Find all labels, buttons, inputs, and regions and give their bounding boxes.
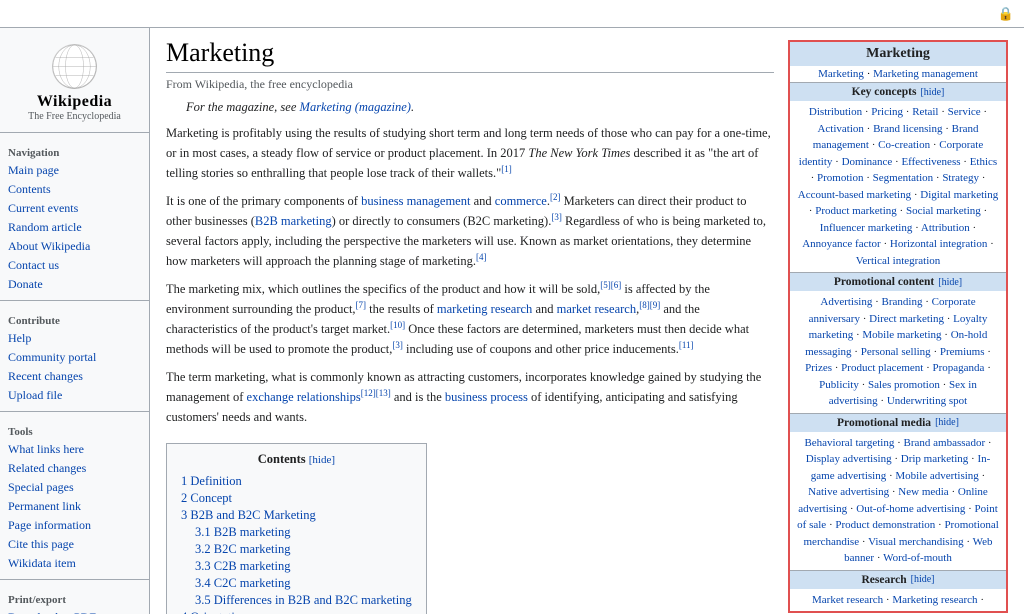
market-research-link[interactable]: market research [557, 302, 636, 316]
citation-3b[interactable]: [3] [392, 340, 403, 350]
citation-7[interactable]: [7] [356, 300, 367, 310]
key-concepts-hide-link[interactable]: [hide] [920, 87, 944, 98]
intro-italic: For the magazine, see Marketing (magazin… [166, 100, 774, 115]
sidebar-item-download-pdf[interactable]: Download as PDF [0, 608, 149, 614]
business-process-link[interactable]: business process [445, 390, 528, 404]
exchange-relationships-link[interactable]: exchange relationships [247, 390, 361, 404]
sidebar-item-community-portal[interactable]: Community portal [0, 348, 149, 367]
sidebar-item-related-changes[interactable]: Related changes [0, 459, 149, 478]
contents-hide-link[interactable]: [hide] [309, 454, 335, 466]
marketing-research-link[interactable]: marketing research [437, 302, 532, 316]
wikipedia-title: Wikipedia [5, 93, 144, 111]
sidebar-item-cite-this-page[interactable]: Cite this page [0, 535, 149, 554]
sidebar-item-main-page[interactable]: Main page [0, 161, 149, 180]
citation-5-6[interactable]: [5][6] [600, 280, 621, 290]
sidebar-item-current-events[interactable]: Current events [0, 199, 149, 218]
citation-1[interactable]: [1] [501, 164, 512, 174]
promotional-media-hide-link[interactable]: [hide] [935, 417, 959, 428]
sidebar-item-contents[interactable]: Contents [0, 180, 149, 199]
citation-3[interactable]: [3] [551, 212, 562, 222]
commerce-link[interactable]: commerce [495, 194, 547, 208]
contents-item-3-2[interactable]: 3.2 B2C marketing [181, 541, 412, 558]
content-area: Marketing From Wikipedia, the free encyc… [150, 28, 1024, 614]
citation-4[interactable]: [4] [476, 252, 487, 262]
sidebar-item-special-pages[interactable]: Special pages [0, 478, 149, 497]
wikipedia-logo: Wikipedia The Free Encyclopedia [0, 36, 149, 133]
lock-icon: 🔒 [998, 6, 1014, 22]
contents-item-1[interactable]: 1 Definition [181, 473, 412, 490]
citation-12-13[interactable]: [12][13] [361, 388, 391, 398]
paragraph-4: The term marketing, what is commonly kno… [166, 367, 774, 427]
sidebar: Wikipedia The Free Encyclopedia Navigati… [0, 28, 150, 614]
promotional-content-hide-link[interactable]: [hide] [938, 277, 962, 288]
citation-10[interactable]: [10] [390, 320, 405, 330]
contents-item-2[interactable]: 2 Concept [181, 490, 412, 507]
marketing-magazine-link[interactable]: Marketing (magazine) [300, 100, 411, 114]
paragraph-3: The marketing mix, which outlines the sp… [166, 279, 774, 359]
infobox-marketing-link[interactable]: Marketing [818, 68, 864, 80]
sidebar-item-random-article[interactable]: Random article [0, 218, 149, 237]
citation-11[interactable]: [11] [679, 340, 694, 350]
page-title: Marketing [166, 38, 774, 73]
contents-item-3[interactable]: 3 B2B and B2C Marketing [181, 507, 412, 524]
contents-title: Contents [hide] [181, 452, 412, 467]
paragraph-2: It is one of the primary components of b… [166, 191, 774, 271]
infobox-subheader: Marketing · Marketing management [790, 66, 1006, 82]
infobox-research-section: Research [hide] [790, 571, 1006, 589]
sidebar-item-permanent-link[interactable]: Permanent link [0, 497, 149, 516]
contribute-section-title: Contribute [0, 307, 149, 329]
sidebar-item-about-wikipedia[interactable]: About Wikipedia [0, 237, 149, 256]
sidebar-item-wikidata-item[interactable]: Wikidata item [0, 554, 149, 573]
wikipedia-subtitle: The Free Encyclopedia [5, 111, 144, 122]
infobox-header: Marketing [790, 42, 1006, 66]
citation-8-9[interactable]: [8][9] [639, 300, 660, 310]
sidebar-item-donate[interactable]: Donate [0, 275, 149, 294]
infobox-promotional-content-section: Promotional content [hide] [790, 273, 1006, 291]
navigation-section-title: Navigation [0, 139, 149, 161]
sidebar-item-contact-us[interactable]: Contact us [0, 256, 149, 275]
infobox-promotional-media-section: Promotional media [hide] [790, 414, 1006, 432]
sidebar-item-page-information[interactable]: Page information [0, 516, 149, 535]
infobox-marketing-management-link[interactable]: Marketing management [873, 68, 978, 80]
research-hide-link[interactable]: [hide] [911, 574, 935, 585]
print-section-title: Print/export [0, 586, 149, 608]
infobox-promotional-content: Advertising · Branding · Corporate anniv… [790, 291, 1006, 413]
business-management-link[interactable]: business management [361, 194, 470, 208]
infobox-promotional-media-content: Behavioral targeting · Brand ambassador … [790, 432, 1006, 570]
infobox-research-content: Market research · Marketing research · [790, 589, 1006, 612]
contents-item-3-3[interactable]: 3.3 C2B marketing [181, 558, 412, 575]
infobox-key-concepts-section: Key concepts [hide] [790, 83, 1006, 101]
contents-box: Contents [hide] 1 Definition 2 Concept 3… [166, 443, 427, 614]
sidebar-item-upload-file[interactable]: Upload file [0, 386, 149, 405]
infobox: Marketing Marketing · Marketing manageme… [788, 40, 1008, 613]
paragraph-1: Marketing is profitably using the result… [166, 123, 774, 183]
tools-section-title: Tools [0, 418, 149, 440]
contents-item-3-1[interactable]: 3.1 B2B marketing [181, 524, 412, 541]
from-wikipedia: From Wikipedia, the free encyclopedia [166, 77, 774, 92]
contents-item-4[interactable]: 4 Orientations [181, 609, 412, 614]
citation-2[interactable]: [2] [550, 192, 561, 202]
contents-item-3-5[interactable]: 3.5 Differences in B2B and B2C marketing [181, 592, 412, 609]
sidebar-item-recent-changes[interactable]: Recent changes [0, 367, 149, 386]
infobox-key-concepts-content: Distribution · Pricing · Retail · Servic… [790, 101, 1006, 272]
sidebar-item-help[interactable]: Help [0, 329, 149, 348]
article: Marketing From Wikipedia, the free encyc… [166, 38, 774, 604]
contents-item-3-4[interactable]: 3.4 C2C marketing [181, 575, 412, 592]
b2b-marketing-link[interactable]: B2B marketing [255, 214, 332, 228]
sidebar-item-what-links-here[interactable]: What links here [0, 440, 149, 459]
